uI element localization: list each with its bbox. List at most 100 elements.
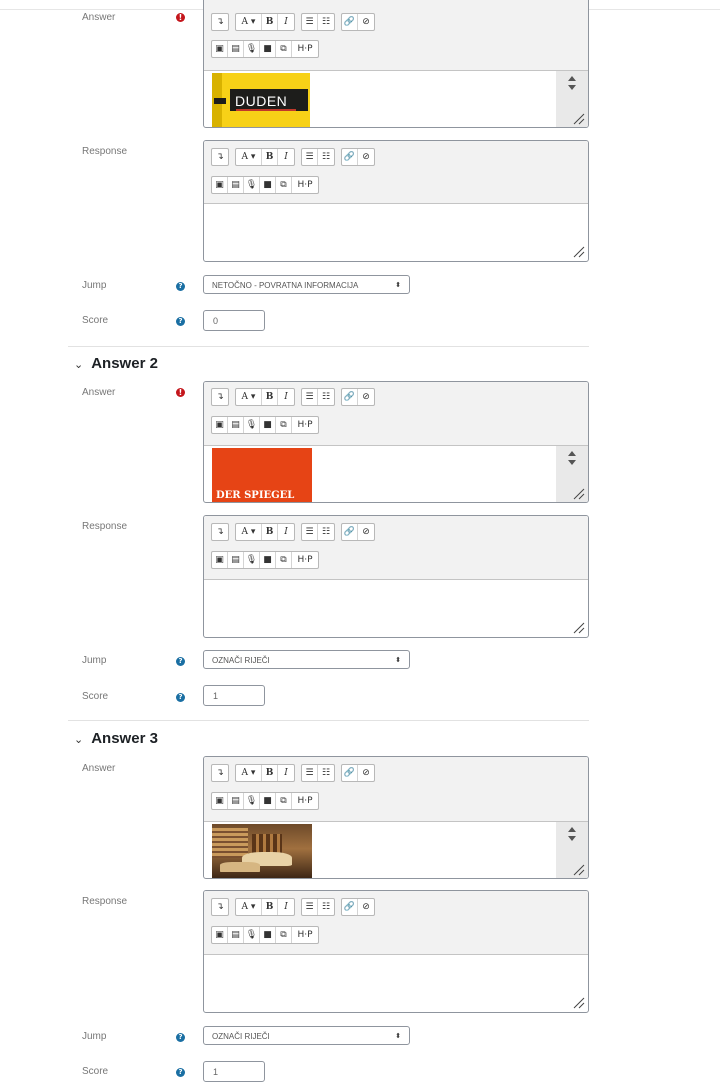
indent-icon[interactable]: ↴ bbox=[212, 524, 228, 540]
resize-handle-icon[interactable] bbox=[573, 488, 585, 500]
image-icon[interactable]: ▣ bbox=[212, 177, 228, 193]
link-icon[interactable]: 🔗 bbox=[342, 14, 358, 30]
answer-3-header[interactable]: ⌄ Answer 3 bbox=[74, 730, 158, 747]
microphone-icon[interactable]: 🎙 bbox=[244, 417, 260, 433]
scroll-arrows-icon[interactable] bbox=[566, 448, 578, 468]
response-editor[interactable]: ↴ A ▾ B I ☰ ☷ 🔗 ⊘ ▣ ▤ 🎙 ■ ⧉ H·P bbox=[203, 140, 589, 262]
video-icon[interactable]: ■ bbox=[260, 793, 276, 809]
resize-handle-icon[interactable] bbox=[573, 997, 585, 1009]
unordered-list-icon[interactable]: ☰ bbox=[302, 765, 318, 781]
font-size-icon[interactable]: A ▾ bbox=[236, 899, 262, 915]
help-icon[interactable]: ? bbox=[176, 282, 185, 291]
video-icon[interactable]: ■ bbox=[260, 927, 276, 943]
font-size-icon[interactable]: A ▾ bbox=[236, 149, 262, 165]
image-icon[interactable]: ▣ bbox=[212, 927, 228, 943]
answer-editor[interactable]: ↴ A ▾ B I ☰ ☷ 🔗 ⊘ ▣ ▤ 🎙 ■ ⧉ H·P DER SPIEGEL bbox=[203, 381, 589, 503]
editor-content[interactable]: books bbox=[204, 822, 588, 878]
bold-icon[interactable]: B bbox=[262, 524, 278, 540]
link-icon[interactable]: 🔗 bbox=[342, 149, 358, 165]
ordered-list-icon[interactable]: ☷ bbox=[318, 899, 334, 915]
italic-icon[interactable]: I bbox=[278, 899, 294, 915]
scroll-arrows-icon[interactable] bbox=[566, 73, 578, 93]
video-icon[interactable]: ■ bbox=[260, 417, 276, 433]
unlink-icon[interactable]: ⊘ bbox=[358, 524, 374, 540]
ordered-list-icon[interactable]: ☷ bbox=[318, 149, 334, 165]
font-size-icon[interactable]: A ▾ bbox=[236, 14, 262, 30]
manage-files-icon[interactable]: ⧉ bbox=[276, 552, 292, 568]
jump-select[interactable]: OZNAČI RIJEČI ⬍ bbox=[203, 650, 410, 669]
bold-icon[interactable]: B bbox=[262, 14, 278, 30]
unlink-icon[interactable]: ⊘ bbox=[358, 149, 374, 165]
microphone-icon[interactable]: 🎙 bbox=[244, 177, 260, 193]
ordered-list-icon[interactable]: ☷ bbox=[318, 524, 334, 540]
unordered-list-icon[interactable]: ☰ bbox=[302, 524, 318, 540]
score-input[interactable]: 1 bbox=[203, 1061, 265, 1082]
scroll-arrows-icon[interactable] bbox=[566, 824, 578, 844]
video-icon[interactable]: ■ bbox=[260, 552, 276, 568]
editor-content[interactable]: DER SPIEGEL bbox=[204, 446, 588, 502]
resize-handle-icon[interactable] bbox=[573, 113, 585, 125]
italic-icon[interactable]: I bbox=[278, 149, 294, 165]
h5p-icon[interactable]: H·P bbox=[292, 417, 318, 433]
editor-scrollbar[interactable] bbox=[556, 71, 588, 127]
image-icon[interactable]: ▣ bbox=[212, 417, 228, 433]
font-size-icon[interactable]: A ▾ bbox=[236, 524, 262, 540]
image-icon[interactable]: ▣ bbox=[212, 793, 228, 809]
h5p-icon[interactable]: H·P bbox=[292, 41, 318, 57]
italic-icon[interactable]: I bbox=[278, 765, 294, 781]
unlink-icon[interactable]: ⊘ bbox=[358, 765, 374, 781]
unlink-icon[interactable]: ⊘ bbox=[358, 899, 374, 915]
indent-icon[interactable]: ↴ bbox=[212, 149, 228, 165]
video-icon[interactable]: ■ bbox=[260, 177, 276, 193]
editor-scrollbar[interactable] bbox=[556, 446, 588, 502]
bold-icon[interactable]: B bbox=[262, 899, 278, 915]
indent-icon[interactable]: ↴ bbox=[212, 899, 228, 915]
link-icon[interactable]: 🔗 bbox=[342, 389, 358, 405]
chevron-down-icon[interactable]: ⌄ bbox=[74, 734, 83, 746]
score-input[interactable]: 0 bbox=[203, 310, 265, 331]
media-icon[interactable]: ▤ bbox=[228, 927, 244, 943]
indent-icon[interactable]: ↴ bbox=[212, 765, 228, 781]
h5p-icon[interactable]: H·P bbox=[292, 552, 318, 568]
link-icon[interactable]: 🔗 bbox=[342, 899, 358, 915]
link-icon[interactable]: 🔗 bbox=[342, 765, 358, 781]
answer-2-header[interactable]: ⌄ Answer 2 bbox=[74, 355, 158, 372]
ordered-list-icon[interactable]: ☷ bbox=[318, 765, 334, 781]
h5p-icon[interactable]: H·P bbox=[292, 177, 318, 193]
h5p-icon[interactable]: H·P bbox=[292, 927, 318, 943]
ordered-list-icon[interactable]: ☷ bbox=[318, 14, 334, 30]
h5p-icon[interactable]: H·P bbox=[292, 793, 318, 809]
unordered-list-icon[interactable]: ☰ bbox=[302, 149, 318, 165]
help-icon[interactable]: ? bbox=[176, 693, 185, 702]
response-editor[interactable]: ↴ A ▾ B I ☰ ☷ 🔗 ⊘ ▣ ▤ 🎙 ■ ⧉ H·P bbox=[203, 515, 589, 638]
resize-handle-icon[interactable] bbox=[573, 864, 585, 876]
media-icon[interactable]: ▤ bbox=[228, 552, 244, 568]
media-icon[interactable]: ▤ bbox=[228, 793, 244, 809]
image-icon[interactable]: ▣ bbox=[212, 41, 228, 57]
microphone-icon[interactable]: 🎙 bbox=[244, 793, 260, 809]
bold-icon[interactable]: B bbox=[262, 149, 278, 165]
jump-select[interactable]: NETOČNO - POVRATNA INFORMACIJA ⬍ bbox=[203, 275, 410, 294]
unlink-icon[interactable]: ⊘ bbox=[358, 14, 374, 30]
indent-icon[interactable]: ↴ bbox=[212, 14, 228, 30]
video-icon[interactable]: ■ bbox=[260, 41, 276, 57]
unordered-list-icon[interactable]: ☰ bbox=[302, 899, 318, 915]
help-icon[interactable]: ? bbox=[176, 1033, 185, 1042]
manage-files-icon[interactable]: ⧉ bbox=[276, 177, 292, 193]
unordered-list-icon[interactable]: ☰ bbox=[302, 389, 318, 405]
media-icon[interactable]: ▤ bbox=[228, 417, 244, 433]
response-editor[interactable]: ↴ A ▾ B I ☰ ☷ 🔗 ⊘ ▣ ▤ 🎙 ■ ⧉ H·P bbox=[203, 890, 589, 1013]
microphone-icon[interactable]: 🎙 bbox=[244, 927, 260, 943]
editor-scrollbar[interactable] bbox=[556, 822, 588, 878]
indent-icon[interactable]: ↴ bbox=[212, 389, 228, 405]
media-icon[interactable]: ▤ bbox=[228, 177, 244, 193]
bold-icon[interactable]: B bbox=[262, 765, 278, 781]
help-icon[interactable]: ? bbox=[176, 1068, 185, 1077]
score-input[interactable]: 1 bbox=[203, 685, 265, 706]
manage-files-icon[interactable]: ⧉ bbox=[276, 793, 292, 809]
unlink-icon[interactable]: ⊘ bbox=[358, 389, 374, 405]
chevron-down-icon[interactable]: ⌄ bbox=[74, 359, 83, 371]
italic-icon[interactable]: I bbox=[278, 524, 294, 540]
font-size-icon[interactable]: A ▾ bbox=[236, 765, 262, 781]
media-icon[interactable]: ▤ bbox=[228, 41, 244, 57]
